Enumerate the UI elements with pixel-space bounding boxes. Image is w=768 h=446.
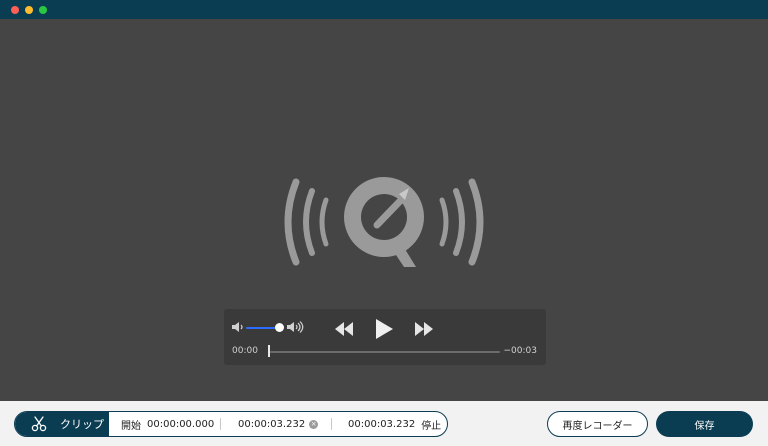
time-elapsed: 00:00	[232, 346, 258, 356]
volume-low-icon[interactable]	[231, 321, 247, 333]
duration-field[interactable]: 00:00:03.232 ×	[238, 412, 319, 436]
play-icon[interactable]	[374, 318, 394, 340]
duration-value[interactable]: 00:00:03.232	[238, 419, 305, 430]
divider	[220, 418, 221, 430]
clear-icon[interactable]: ×	[309, 419, 319, 429]
volume-slider-knob[interactable]	[275, 323, 284, 332]
start-time-field[interactable]: 開始 00:00:00.000	[121, 412, 214, 436]
clip-button[interactable]: クリップ	[15, 412, 109, 436]
playhead[interactable]	[268, 345, 270, 357]
end-label: 停止	[421, 420, 442, 432]
clip-label: クリップ	[60, 418, 104, 431]
rewind-icon[interactable]	[334, 322, 354, 336]
time-remaining: −00:03	[503, 346, 537, 356]
save-button[interactable]: 保存	[656, 411, 753, 437]
rerecord-button[interactable]: 再度レコーダー	[547, 411, 648, 437]
end-time-value[interactable]: 00:00:03.232	[348, 419, 415, 430]
start-time-value[interactable]: 00:00:00.000	[147, 419, 214, 430]
close-window-button[interactable]	[11, 6, 19, 14]
end-time-field[interactable]: 00:00:03.232 停止	[348, 412, 441, 436]
maximize-window-button[interactable]	[39, 6, 47, 14]
video-player[interactable]: 00:00 −00:03	[0, 19, 768, 401]
fast-forward-icon[interactable]	[414, 322, 434, 336]
divider	[331, 418, 332, 430]
clip-range-group: クリップ 開始 00:00:00.000 00:00:03.232 × 00:0…	[14, 411, 448, 437]
start-label: 開始	[121, 420, 141, 432]
quicktime-broadcast-icon	[284, 177, 484, 267]
minimize-window-button[interactable]	[25, 6, 33, 14]
progress-bar[interactable]	[270, 351, 500, 353]
title-bar	[0, 0, 768, 19]
bottom-toolbar: クリップ 開始 00:00:00.000 00:00:03.232 × 00:0…	[0, 401, 768, 446]
volume-high-icon[interactable]	[286, 321, 306, 333]
scissors-icon	[31, 416, 47, 432]
playback-controls: 00:00 −00:03	[224, 309, 546, 365]
